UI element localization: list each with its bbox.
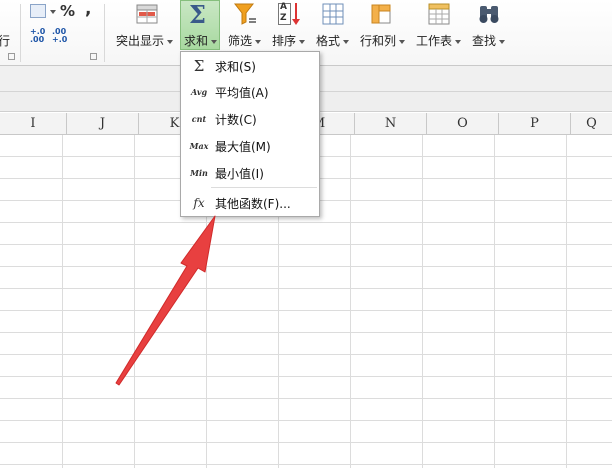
annotation-arrow-icon bbox=[115, 215, 216, 386]
